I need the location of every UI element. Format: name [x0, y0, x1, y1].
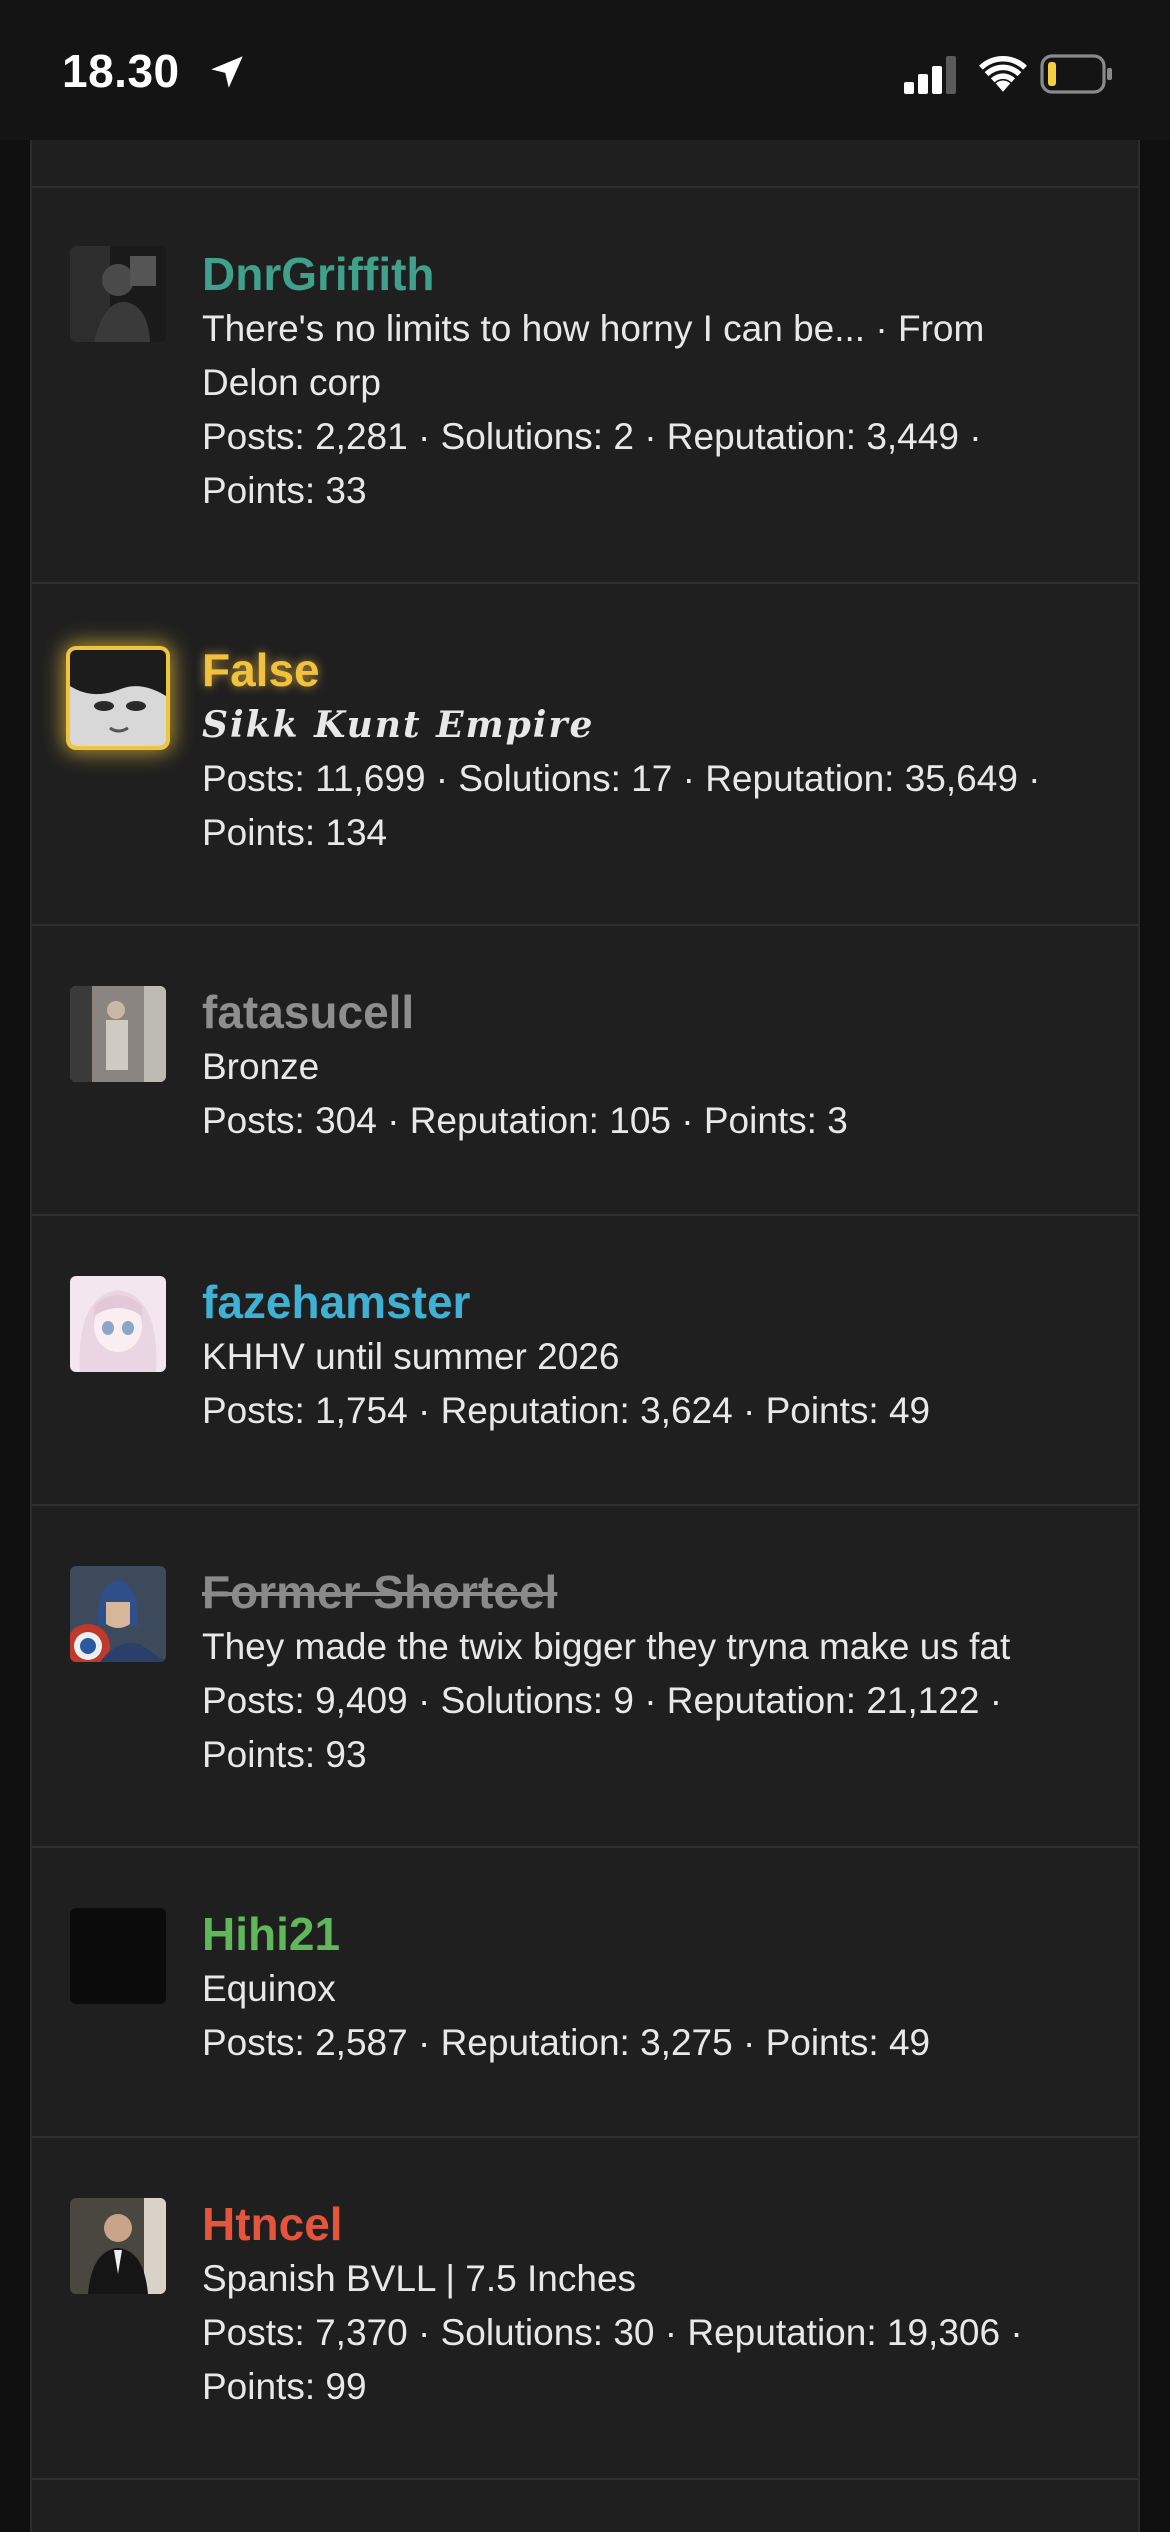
wifi-icon: [979, 55, 1027, 92]
list-item[interactable]: False Sikk Kunt Empire Posts: 11,699 · S…: [32, 584, 1138, 926]
cellular-signal-icon: [904, 56, 956, 94]
member-list: DnrGriffith There's no limits to how hor…: [30, 140, 1140, 2532]
battery-low-icon: [1040, 54, 1112, 94]
member-title-line: There's no limits to how horny I can be.…: [202, 308, 985, 349]
member-stats-line: Posts: 9,409 · Solutions: 9 · Reputation…: [202, 1680, 1003, 1721]
member-name[interactable]: fatasucell: [202, 984, 414, 1040]
member-name[interactable]: Hihi21: [202, 1906, 340, 1962]
member-stats: Posts: 1,754 · Reputation: 3,624 · Point…: [202, 1384, 1102, 1438]
member-stats-line: Posts: 304 · Reputation: 105 · Points: 3: [202, 1100, 848, 1141]
member-stats-line: Posts: 1,754 · Reputation: 3,624 · Point…: [202, 1390, 931, 1431]
avatar[interactable]: [70, 1276, 166, 1372]
member-stats-line: Points: 99: [202, 2366, 367, 2407]
list-item[interactable]: fatasucell Bronze Posts: 304 · Reputatio…: [32, 926, 1138, 1216]
member-title-line: Equinox: [202, 1968, 336, 2009]
member-stats-line: Posts: 2,281 · Solutions: 2 · Reputation…: [202, 416, 982, 457]
status-time: 18.30: [62, 45, 180, 97]
list-item[interactable]: fazehamster KHHV until summer 2026 Posts…: [32, 1216, 1138, 1506]
avatar[interactable]: [70, 1566, 166, 1662]
member-title-line: Sikk Kunt Empire: [202, 704, 595, 746]
member-name[interactable]: Former Shortcel: [202, 1564, 557, 1620]
member-title: Equinox: [202, 1962, 1102, 2016]
member-title: They made the twix bigger they tryna mak…: [202, 1620, 1102, 1674]
member-stats-line: Posts: 11,699 · Solutions: 17 · Reputati…: [202, 758, 1041, 799]
member-stats: Posts: 9,409 · Solutions: 9 · Reputation…: [202, 1674, 1102, 1782]
member-stats: Posts: 11,699 · Solutions: 17 · Reputati…: [202, 752, 1102, 860]
member-title: There's no limits to how horny I can be.…: [202, 302, 1102, 410]
member-name[interactable]: False: [202, 642, 320, 698]
next-row-edge: [32, 2480, 1138, 2532]
member-title-line: Bronze: [202, 1046, 320, 1087]
member-title: Spanish BVLL | 7.5 Inches: [202, 2252, 1102, 2306]
member-stats: Posts: 304 · Reputation: 105 · Points: 3: [202, 1094, 1102, 1148]
member-title: KHHV until summer 2026: [202, 1330, 1102, 1384]
avatar[interactable]: [70, 1908, 166, 2004]
avatar[interactable]: [70, 650, 166, 746]
member-stats-line: Points: 33: [202, 470, 367, 511]
member-name[interactable]: Htncel: [202, 2196, 343, 2252]
previous-row-edge: [32, 140, 1138, 188]
list-item[interactable]: Former Shortcel They made the twix bigge…: [32, 1506, 1138, 1848]
list-item[interactable]: DnrGriffith There's no limits to how hor…: [32, 188, 1138, 584]
member-title-line: They made the twix bigger they tryna mak…: [202, 1626, 1011, 1667]
member-stats-line: Points: 93: [202, 1734, 367, 1775]
status-bar: 18.30: [0, 0, 1170, 140]
avatar[interactable]: [70, 246, 166, 342]
member-stats: Posts: 7,370 · Solutions: 30 · Reputatio…: [202, 2306, 1102, 2414]
member-name[interactable]: DnrGriffith: [202, 246, 435, 302]
member-title-line: Delon corp: [202, 362, 381, 403]
list-item[interactable]: Htncel Spanish BVLL | 7.5 Inches Posts: …: [32, 2138, 1138, 2480]
member-title: Bronze: [202, 1040, 1102, 1094]
avatar[interactable]: [70, 2198, 166, 2294]
avatar[interactable]: [70, 986, 166, 1082]
member-stats-line: Posts: 2,587 · Reputation: 3,275 · Point…: [202, 2022, 931, 2063]
member-stats-line: Points: 134: [202, 812, 388, 853]
location-arrow-icon: [211, 56, 243, 88]
member-stats: Posts: 2,587 · Reputation: 3,275 · Point…: [202, 2016, 1102, 2070]
member-stats-line: Posts: 7,370 · Solutions: 30 · Reputatio…: [202, 2312, 1023, 2353]
member-title: Sikk Kunt Empire: [202, 698, 1102, 752]
member-stats: Posts: 2,281 · Solutions: 2 · Reputation…: [202, 410, 1102, 518]
member-name[interactable]: fazehamster: [202, 1274, 470, 1330]
list-item[interactable]: Hihi21 Equinox Posts: 2,587 · Reputation…: [32, 1848, 1138, 2138]
member-title-line: Spanish BVLL | 7.5 Inches: [202, 2258, 637, 2299]
member-title-line: KHHV until summer 2026: [202, 1336, 620, 1377]
